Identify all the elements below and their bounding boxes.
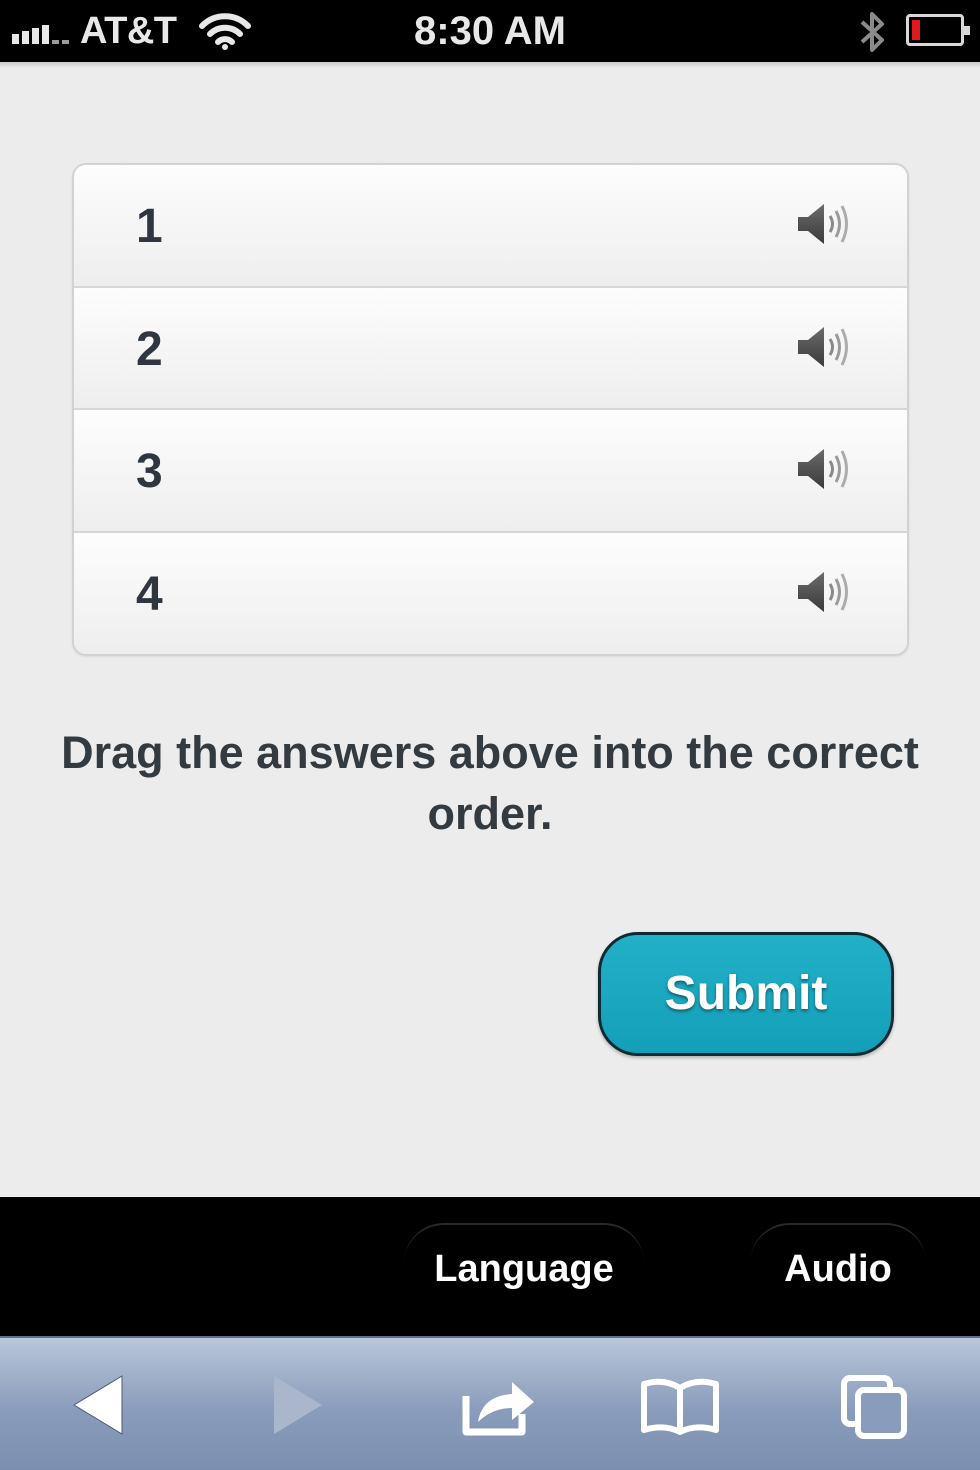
bluetooth-icon [860, 12, 884, 52]
answer-item[interactable]: 3 [74, 410, 907, 533]
answer-label: 1 [136, 200, 163, 253]
answer-label: 2 [136, 322, 163, 376]
answer-label: 3 [136, 445, 163, 498]
back-icon[interactable] [68, 1370, 130, 1440]
audio-button[interactable]: Audio [750, 1223, 926, 1323]
share-icon[interactable] [456, 1370, 540, 1440]
status-bar: AT&T 8:30 AM [0, 0, 980, 62]
instructions-text: Drag the answers above into the correct … [61, 727, 919, 839]
submit-button[interactable]: Submit [598, 932, 894, 1056]
speaker-icon[interactable] [794, 568, 852, 616]
answer-list: 1 2 3 4 [72, 163, 909, 656]
status-time: 8:30 AM [414, 9, 566, 53]
language-button[interactable]: Language [404, 1223, 644, 1323]
status-shadow [0, 62, 980, 68]
answer-item[interactable]: 4 [74, 532, 907, 654]
speaker-icon[interactable] [794, 200, 852, 248]
answer-label: 4 [136, 567, 163, 621]
app-bottom-bar: Language Audio [0, 1197, 980, 1336]
speaker-icon[interactable] [794, 445, 852, 493]
answer-item[interactable]: 2 [74, 287, 907, 410]
speaker-icon[interactable] [794, 323, 852, 371]
bookmarks-icon[interactable] [638, 1370, 722, 1440]
forward-icon[interactable] [266, 1370, 328, 1440]
answer-item[interactable]: 1 [74, 165, 907, 288]
browser-toolbar [0, 1336, 980, 1470]
tabs-icon[interactable] [838, 1370, 910, 1440]
battery-icon [906, 14, 970, 46]
